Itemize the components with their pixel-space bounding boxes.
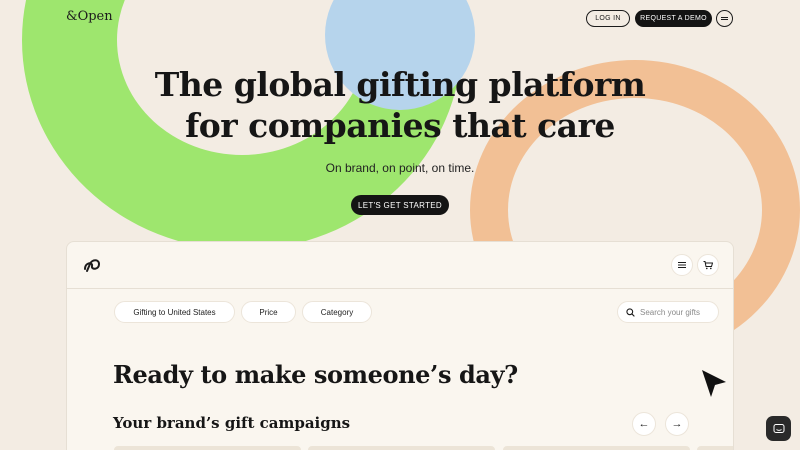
search-box[interactable] — [617, 301, 719, 323]
chat-button[interactable] — [766, 416, 791, 441]
campaign-card[interactable] — [308, 446, 495, 450]
hamburger-icon — [721, 17, 728, 20]
hamburger-icon — [678, 261, 686, 269]
search-input[interactable] — [640, 307, 715, 317]
get-started-button[interactable]: LET'S GET STARTED — [351, 195, 449, 215]
filter-price[interactable]: Price — [241, 301, 296, 323]
filter-category[interactable]: Category — [302, 301, 372, 323]
arrow-left-icon: ← — [638, 418, 650, 430]
next-button[interactable]: → — [665, 412, 689, 436]
cart-button[interactable] — [697, 254, 719, 276]
hero-title: The global gifting platform for companie… — [150, 64, 650, 146]
login-button[interactable]: LOG IN — [586, 10, 630, 27]
brand-logo[interactable]: &Open — [66, 9, 113, 24]
app-headline: Ready to make someone’s day? — [113, 360, 518, 389]
campaign-card[interactable] — [697, 446, 733, 450]
request-demo-button[interactable]: REQUEST A DEMO — [635, 10, 712, 27]
cart-icon — [703, 261, 713, 270]
app-preview-panel: Gifting to United States Price Category … — [66, 241, 734, 450]
campaigns-title: Your brand’s gift campaigns — [113, 414, 351, 432]
hero-subtitle: On brand, on point, on time. — [325, 161, 475, 175]
search-icon — [626, 307, 635, 317]
infinity-logo-icon[interactable] — [82, 256, 102, 274]
menu-button[interactable] — [716, 10, 733, 27]
previous-button[interactable]: ← — [632, 412, 656, 436]
campaign-card[interactable] — [503, 446, 690, 450]
hero-title-line-2: for companies that care — [185, 106, 615, 145]
campaign-card[interactable] — [114, 446, 301, 450]
pointer-cursor-icon — [702, 370, 726, 397]
hero-title-line-1: The global gifting platform — [154, 65, 646, 104]
app-menu-button[interactable] — [671, 254, 693, 276]
filter-country[interactable]: Gifting to United States — [114, 301, 235, 323]
top-navigation: &Open LOG IN REQUEST A DEMO — [0, 0, 800, 36]
chat-icon — [773, 423, 784, 433]
arrow-right-icon: → — [671, 418, 683, 430]
app-header — [67, 242, 733, 289]
